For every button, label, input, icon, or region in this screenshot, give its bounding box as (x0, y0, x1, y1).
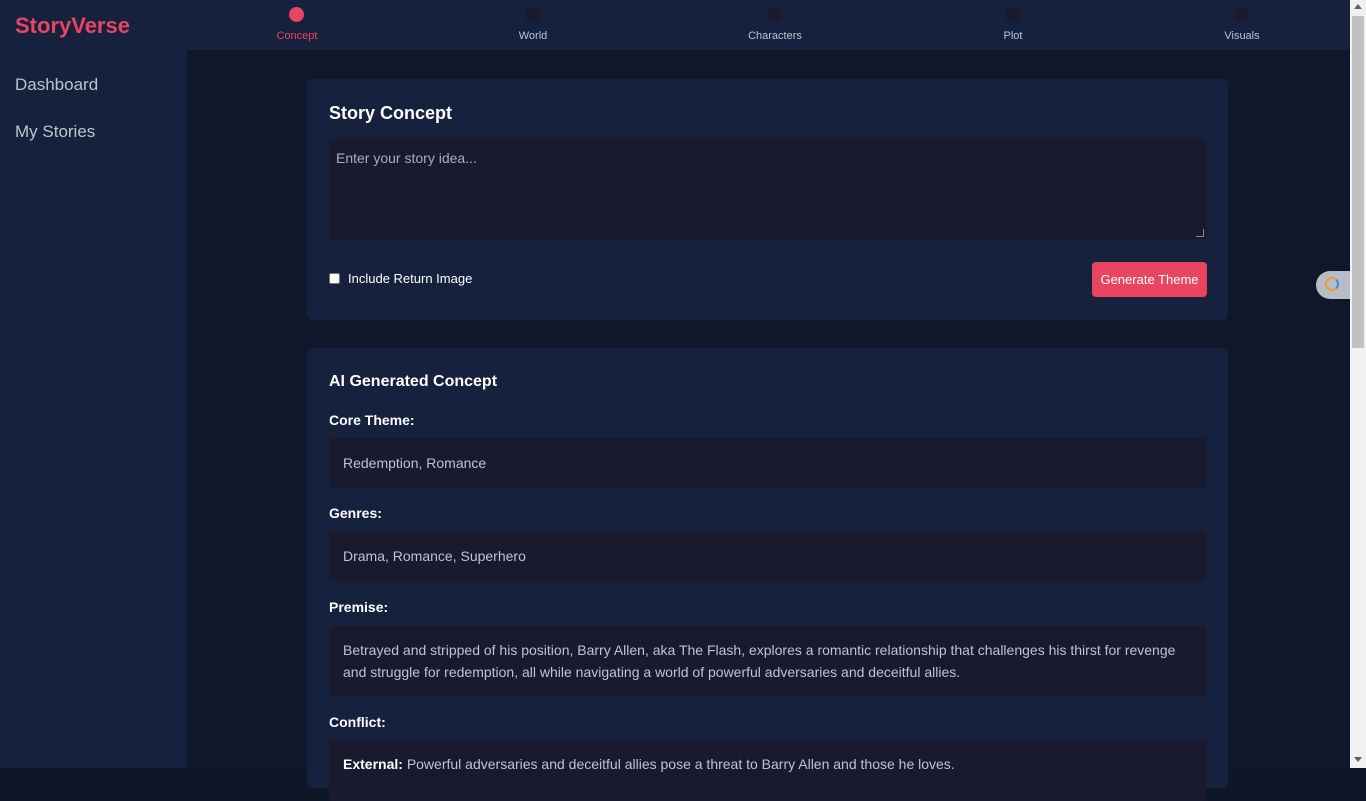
include-return-image-label[interactable]: Include Return Image (348, 271, 472, 286)
conflict-external-value: Powerful adversaries and deceitful allie… (406, 756, 955, 772)
conflict-value: External: Powerful adversaries and decei… (329, 741, 1206, 801)
resize-handle-icon[interactable] (1196, 229, 1204, 237)
step-dot (1234, 7, 1249, 22)
include-return-image-checkbox[interactable] (329, 273, 340, 284)
step-label: Concept (276, 30, 318, 42)
step-dot (289, 7, 304, 22)
brand-logo[interactable]: StoryVerse (15, 13, 130, 39)
assistant-icon (1325, 277, 1339, 291)
step-dot (1005, 7, 1020, 22)
genres-label: Genres: (329, 505, 382, 521)
sidebar-item-dashboard[interactable]: Dashboard (15, 75, 98, 95)
step-label: Plot (1003, 30, 1023, 42)
core-theme-value: Redemption, Romance (329, 438, 1206, 488)
step-dot (525, 7, 540, 22)
floating-assistant-widget[interactable] (1316, 271, 1350, 299)
step-world[interactable]: World (473, 0, 593, 50)
conflict-external-label: External: (343, 756, 403, 772)
step-label: Characters (748, 30, 802, 42)
page-scrollbar[interactable] (1350, 0, 1366, 768)
story-idea-textarea[interactable]: Enter your story idea... (329, 139, 1206, 239)
sidebar-item-my-stories[interactable]: My Stories (15, 122, 95, 142)
scroll-thumb[interactable] (1352, 16, 1364, 348)
premise-value: Betrayed and stripped of his position, B… (329, 626, 1206, 697)
step-concept[interactable]: Concept (237, 0, 357, 50)
generate-theme-button[interactable]: Generate Theme (1092, 262, 1207, 297)
premise-label: Premise: (329, 599, 389, 615)
story-concept-card: Story Concept Enter your story idea... I… (307, 79, 1228, 320)
scroll-down-icon[interactable] (1354, 757, 1362, 762)
genres-value: Drama, Romance, Superhero (329, 532, 1206, 581)
scroll-up-icon[interactable] (1354, 4, 1362, 9)
progress-stepper: Concept World Characters Plot Visuals (187, 0, 1350, 50)
step-label: World (518, 30, 548, 42)
story-concept-title: Story Concept (329, 103, 453, 123)
sidebar: StoryVerse Dashboard My Stories (0, 0, 187, 768)
story-idea-placeholder: Enter your story idea... (336, 150, 477, 166)
step-dot (767, 7, 782, 22)
ai-concept-title: AI Generated Concept (329, 373, 498, 390)
core-theme-label: Core Theme: (329, 412, 415, 428)
step-label: Visuals (1224, 30, 1260, 42)
conflict-label: Conflict: (329, 714, 386, 730)
step-characters[interactable]: Characters (715, 0, 835, 50)
step-plot[interactable]: Plot (953, 0, 1073, 50)
step-visuals[interactable]: Visuals (1182, 0, 1302, 50)
ai-generated-concept-card: AI Generated Concept Core Theme: Redempt… (307, 348, 1228, 801)
